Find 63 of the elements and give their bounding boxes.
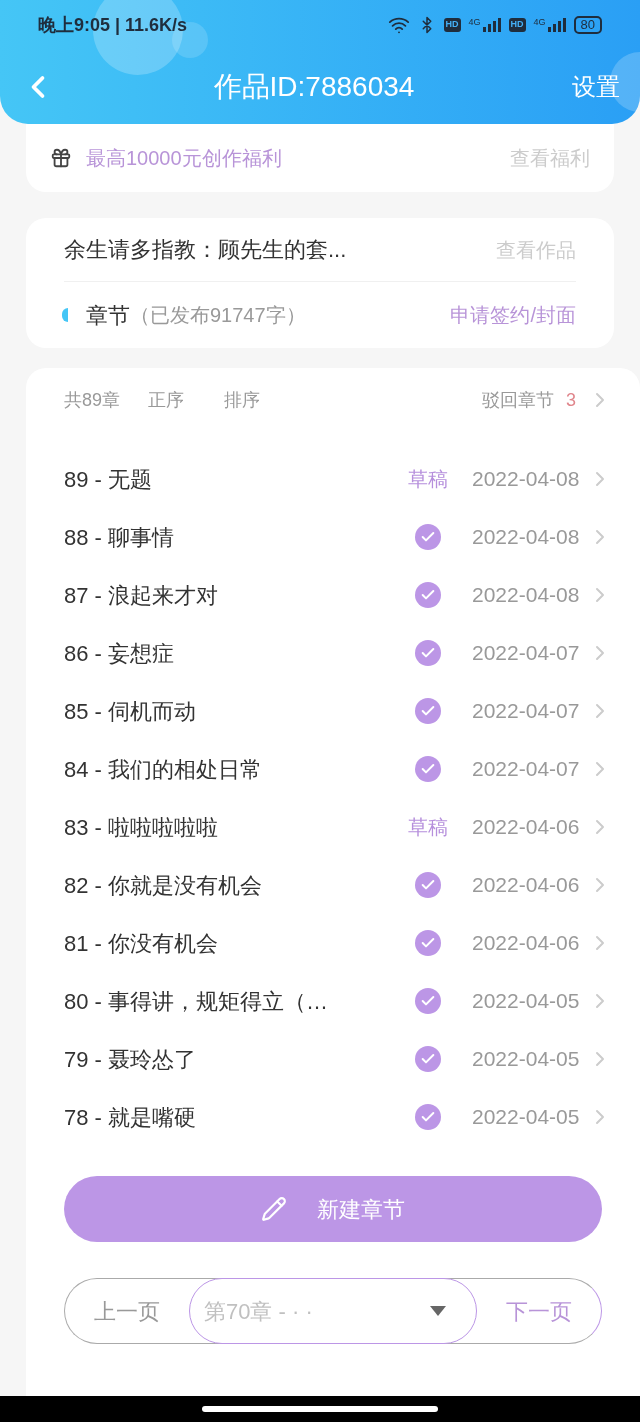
chapter-row[interactable]: 78 - 就是嘴硬 2022-04-05 bbox=[26, 1088, 640, 1146]
chapter-row[interactable]: 85 - 伺机而动 2022-04-07 bbox=[26, 682, 640, 740]
chapter-title: 88 - 聊事情 bbox=[64, 523, 176, 552]
draft-label: 草稿 bbox=[408, 467, 448, 492]
check-icon bbox=[415, 872, 441, 898]
check-icon bbox=[415, 524, 441, 550]
chapter-row[interactable]: 81 - 你没有机会 2022-04-06 bbox=[26, 914, 640, 972]
chapter-row[interactable]: 89 - 无题 草稿 2022-04-08 bbox=[26, 450, 640, 508]
word-count: （已发布91747字） bbox=[130, 303, 306, 328]
hd-badge: HD bbox=[508, 18, 526, 32]
chapter-row[interactable]: 79 - 聂玲怂了 2022-04-05 bbox=[26, 1030, 640, 1088]
chapter-title: 83 - 啦啦啦啦啦 bbox=[64, 813, 220, 842]
page-title: 作品ID:7886034 bbox=[212, 70, 416, 104]
section-marker-icon bbox=[62, 308, 68, 322]
chapter-title: 85 - 伺机而动 bbox=[64, 697, 198, 726]
check-icon bbox=[415, 988, 441, 1014]
status-time: 晚上9:05 | 11.6K/s bbox=[38, 13, 188, 37]
chapter-title: 84 - 我们的相处日常 bbox=[64, 755, 264, 784]
chapter-row[interactable]: 82 - 你就是没有机会 2022-04-06 bbox=[26, 856, 640, 914]
check-icon bbox=[415, 698, 441, 724]
rejected-count: 3 bbox=[566, 388, 576, 412]
check-icon bbox=[415, 1104, 441, 1130]
battery-icon: 80 bbox=[573, 16, 602, 34]
hd-badge: HD bbox=[443, 18, 461, 32]
caret-down-icon bbox=[430, 1306, 446, 1316]
chapter-date: 2022-04-08 bbox=[471, 582, 581, 609]
chapter-date: 2022-04-07 bbox=[471, 756, 581, 783]
gift-icon bbox=[50, 147, 72, 169]
chapter-date: 2022-04-05 bbox=[471, 1104, 581, 1131]
chapter-row[interactable]: 83 - 啦啦啦啦啦 草稿 2022-04-06 bbox=[26, 798, 640, 856]
check-icon bbox=[415, 582, 441, 608]
section-title: 章节 bbox=[86, 301, 130, 330]
chapter-title: 82 - 你就是没有机会 bbox=[64, 871, 264, 900]
draft-label: 草稿 bbox=[408, 815, 448, 840]
chapter-title: 89 - 无题 bbox=[64, 465, 154, 494]
pencil-icon bbox=[261, 1196, 287, 1222]
chapter-title: 78 - 就是嘴硬 bbox=[64, 1103, 198, 1132]
chapter-title: 87 - 浪起来才对 bbox=[64, 581, 220, 610]
chapter-date: 2022-04-08 bbox=[471, 466, 581, 493]
check-icon bbox=[415, 756, 441, 782]
chapter-row[interactable]: 86 - 妄想症 2022-04-07 bbox=[26, 624, 640, 682]
chapter-date: 2022-04-07 bbox=[471, 698, 581, 725]
chapter-row[interactable]: 84 - 我们的相处日常 2022-04-07 bbox=[26, 740, 640, 798]
chapter-title: 79 - 聂玲怂了 bbox=[64, 1045, 198, 1074]
check-icon bbox=[415, 640, 441, 666]
chapter-title: 81 - 你没有机会 bbox=[64, 929, 220, 958]
chapter-row[interactable]: 87 - 浪起来才对 2022-04-08 bbox=[26, 566, 640, 624]
chapter-row[interactable]: 88 - 聊事情 2022-04-08 bbox=[26, 508, 640, 566]
chapter-title: 86 - 妄想症 bbox=[64, 639, 176, 668]
chapter-title: 80 - 事得讲，规矩得立（… bbox=[64, 987, 330, 1016]
work-title: 余生请多指教：顾先生的套... bbox=[64, 236, 347, 264]
chapter-date: 2022-04-06 bbox=[471, 872, 581, 899]
chapter-date: 2022-04-06 bbox=[471, 814, 581, 841]
check-icon bbox=[415, 1046, 441, 1072]
chapter-date: 2022-04-05 bbox=[471, 988, 581, 1015]
chapter-date: 2022-04-07 bbox=[471, 640, 581, 667]
chapter-row[interactable]: 80 - 事得讲，规矩得立（… 2022-04-05 bbox=[26, 972, 640, 1030]
chapter-date: 2022-04-06 bbox=[471, 930, 581, 957]
benefit-text: 最高10000元创作福利 bbox=[86, 146, 282, 171]
chapter-date: 2022-04-05 bbox=[471, 1046, 581, 1073]
chapter-total: 共89章 bbox=[64, 388, 121, 412]
chapter-date: 2022-04-08 bbox=[471, 524, 581, 551]
check-icon bbox=[415, 930, 441, 956]
